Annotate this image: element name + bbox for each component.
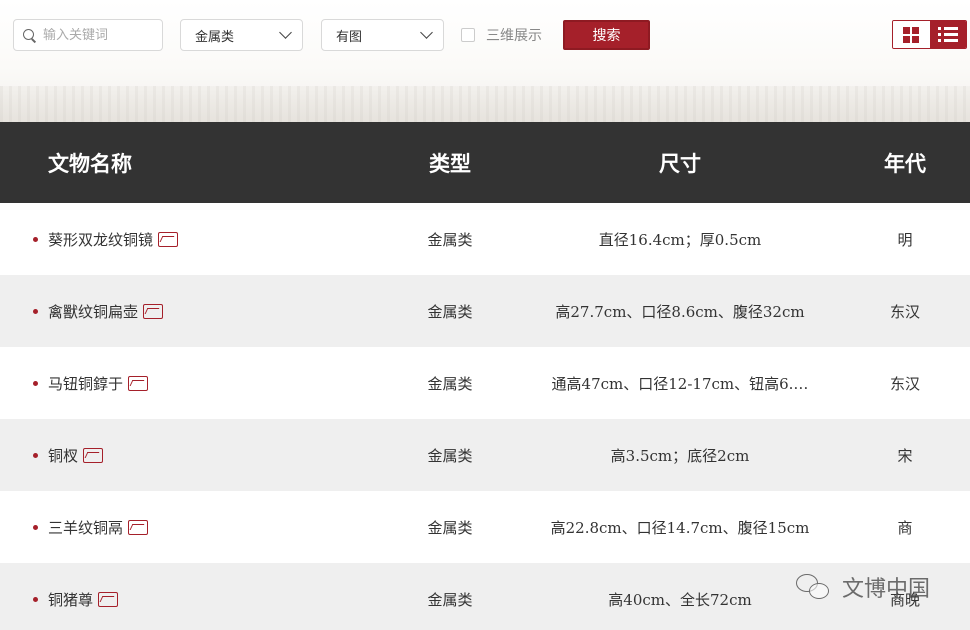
relic-era: 东汉 [889,374,920,393]
table-row[interactable]: 三羊纹铜鬲 金属类 高22.8cm、口径14.7cm、腹径15cm 商 [0,491,970,563]
grid-view-button[interactable] [893,21,930,48]
table-row[interactable]: 禽獸纹铜扁壶 金属类 高27.7cm、口径8.6cm、腹径32cm 东汉 [0,275,970,347]
relic-type: 金属类 [427,590,473,609]
type-select-value: 金属类 [195,29,235,45]
relic-era: 明 [897,230,913,249]
chevron-down-icon [279,26,292,39]
grid-view-icon [903,26,920,43]
bullet-icon [33,596,38,602]
bullet-icon [33,452,38,458]
bullet-icon [33,380,38,386]
decorative-texture [0,86,970,122]
header-size[interactable]: 尺寸 [520,148,840,178]
image-filter-value: 有图 [336,29,363,45]
relic-name[interactable]: 马钮铜錞于 [48,373,123,394]
relic-name[interactable]: 葵形双龙纹铜镜 [48,229,153,250]
image-icon [143,303,164,319]
relic-era: 东汉 [889,302,920,321]
chevron-down-icon [420,26,433,39]
wechat-icon [796,572,832,602]
relic-name[interactable]: 禽獸纹铜扁壶 [48,301,138,322]
table-row[interactable]: 葵形双龙纹铜镜 金属类 直径16.4cm；厚0.5cm 明 [0,203,970,275]
header-type[interactable]: 类型 [380,148,520,178]
table-row[interactable]: 马钮铜錞于 金属类 通高47cm、口径12-17cm、钮高6.… 东汉 [0,347,970,419]
image-icon [128,519,149,535]
image-icon [98,591,119,607]
list-view-button[interactable] [929,21,966,48]
bullet-icon [33,236,38,242]
header-name[interactable]: 文物名称 [0,148,380,178]
watermark: 文博中国 [796,570,930,604]
relic-size: 高40cm、全长72cm [608,590,752,609]
image-filter-select[interactable]: 有图 [321,19,444,51]
relic-era: 商 [897,518,913,537]
relic-era: 宋 [897,446,913,465]
three-d-label: 三维展示 [486,28,542,44]
search-box[interactable] [13,19,163,51]
table-row[interactable]: 铜杈 金属类 高3.5cm；底径2cm 宋 [0,419,970,491]
relic-size: 高22.8cm、口径14.7cm、腹径15cm [550,518,810,537]
bullet-icon [33,308,38,314]
watermark-text: 文博中国 [842,577,931,602]
relic-name[interactable]: 三羊纹铜鬲 [48,517,123,538]
relic-type: 金属类 [427,446,473,465]
relic-name[interactable]: 铜杈 [48,445,78,466]
relic-size: 高3.5cm；底径2cm [610,446,750,465]
relic-type: 金属类 [427,374,473,393]
view-toggle [892,20,967,49]
header-era[interactable]: 年代 [840,148,970,178]
filter-bar: 金属类 有图 三维展示 搜索 [0,0,970,122]
relic-size: 通高47cm、口径12-17cm、钮高6.… [551,374,809,393]
relic-size: 直径16.4cm；厚0.5cm [598,230,762,249]
three-d-toggle[interactable]: 三维展示 [461,26,542,44]
relic-name[interactable]: 铜猪尊 [48,589,93,610]
list-view-icon [937,27,958,42]
search-button[interactable]: 搜索 [563,20,650,50]
table-header: 文物名称 类型 尺寸 年代 [0,122,970,203]
image-icon [128,375,149,391]
collection-page: 金属类 有图 三维展示 搜索 文物名称 类型 尺寸 [0,0,970,630]
relic-type: 金属类 [427,518,473,537]
three-d-checkbox[interactable] [461,28,475,42]
relic-type: 金属类 [427,230,473,249]
image-icon [158,231,179,247]
relic-type: 金属类 [427,302,473,321]
type-select[interactable]: 金属类 [180,19,303,51]
bullet-icon [33,524,38,530]
table-body: 葵形双龙纹铜镜 金属类 直径16.4cm；厚0.5cm 明 禽獸纹铜扁壶 金属类… [0,203,970,630]
search-icon [22,28,37,43]
search-input[interactable] [43,27,153,43]
relic-size: 高27.7cm、口径8.6cm、腹径32cm [555,302,805,321]
relics-table: 文物名称 类型 尺寸 年代 葵形双龙纹铜镜 金属类 直径16.4cm；厚0.5c… [0,122,970,630]
image-icon [83,447,104,463]
